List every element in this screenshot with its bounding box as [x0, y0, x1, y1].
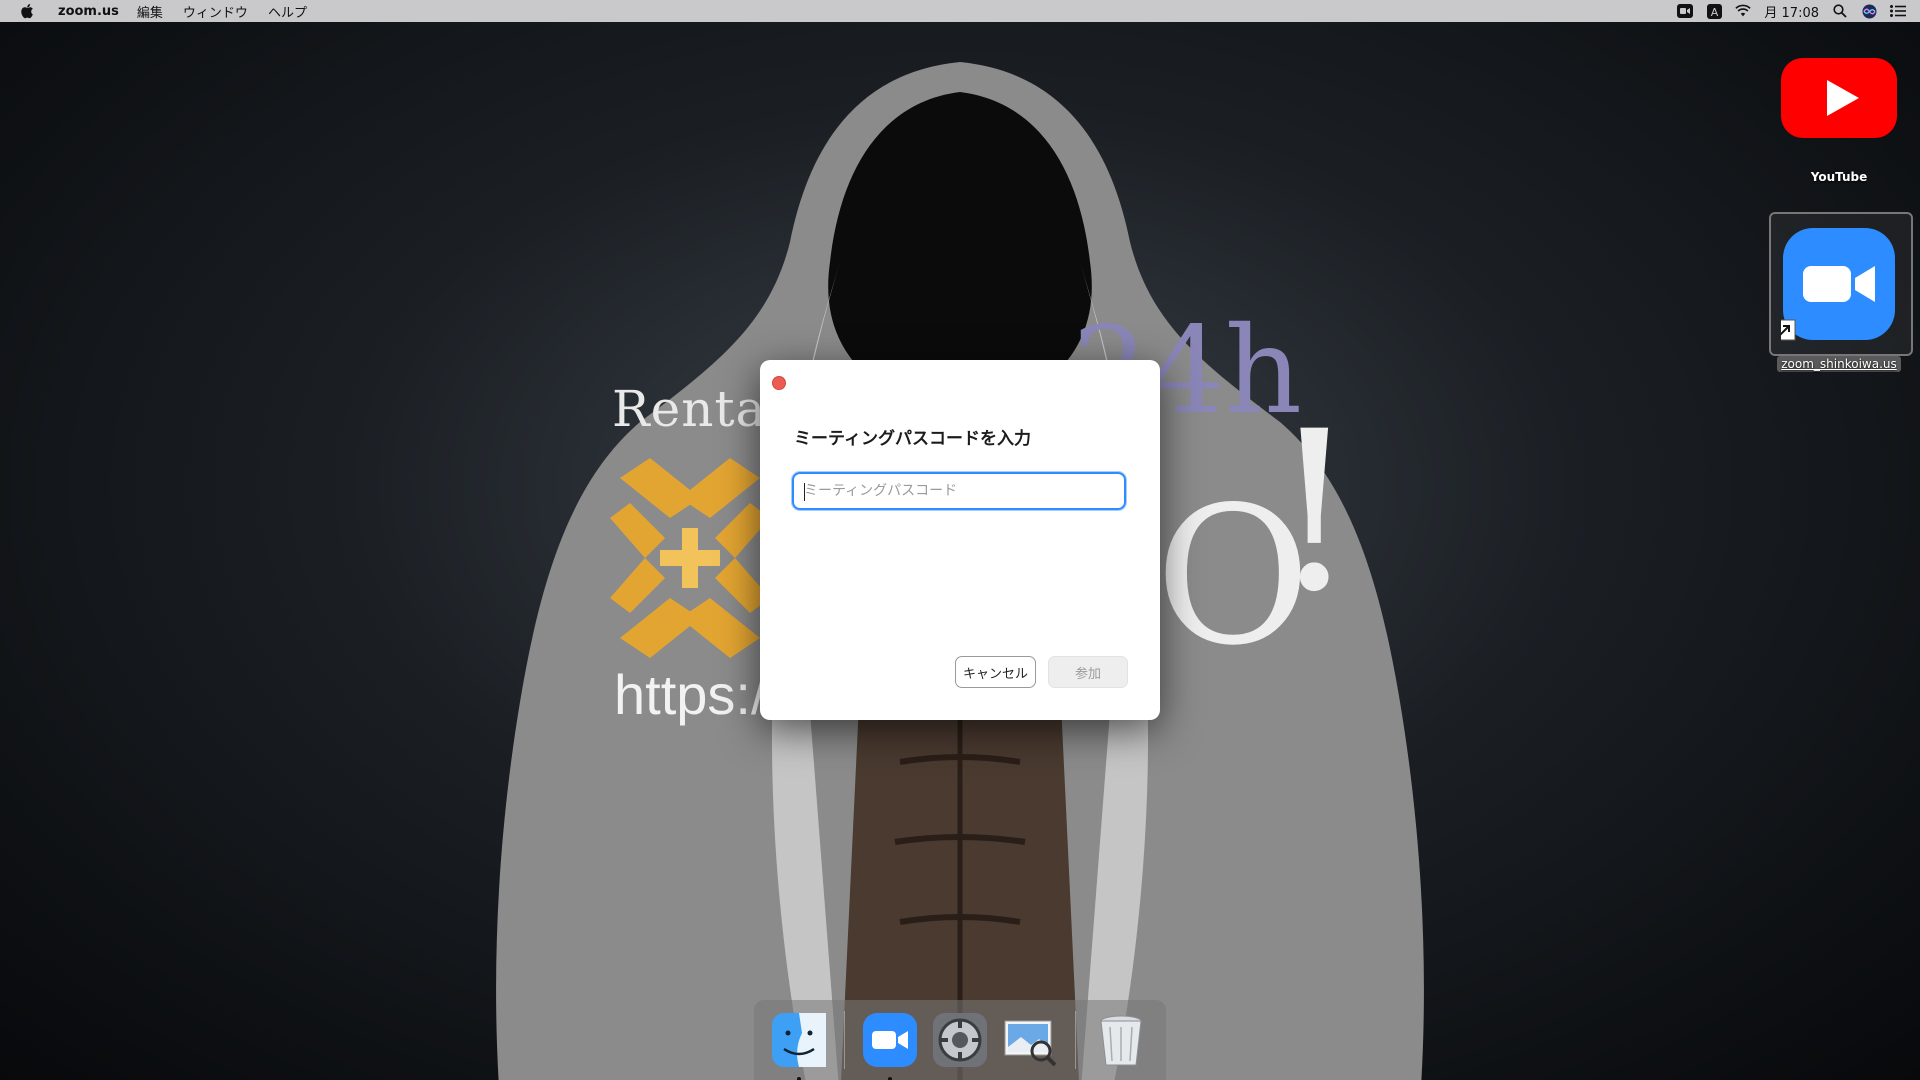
dock-separator: [1075, 1011, 1076, 1069]
cancel-button[interactable]: キャンセル: [955, 656, 1036, 688]
menu-help[interactable]: ヘルプ: [268, 2, 307, 21]
desktop-icon-zoom[interactable]: zoom_shinkoiwa.us: [1774, 226, 1904, 372]
meeting-passcode-dialog: ミーティングパスコードを入力 キャンセル 参加: [760, 360, 1160, 720]
svg-text:A: A: [1711, 6, 1719, 19]
dock-separator: [844, 1011, 845, 1069]
alias-arrow-icon: [1781, 319, 1796, 341]
zoom-icon: [1781, 228, 1895, 341]
youtube-icon: [1781, 58, 1897, 138]
dock-item-system-preferences[interactable]: [929, 1009, 991, 1071]
system-preferences-icon: [933, 1013, 987, 1067]
wifi-icon[interactable]: [1735, 3, 1752, 19]
desktop-icon-youtube[interactable]: YouTube: [1774, 56, 1904, 184]
menu-window[interactable]: ウィンドウ: [183, 2, 248, 21]
dock-item-finder[interactable]: [768, 1009, 830, 1080]
dock-item-preview[interactable]: [999, 1009, 1061, 1071]
menu-bar-clock[interactable]: 月 17:08: [1764, 2, 1819, 21]
dock-item-zoom[interactable]: [859, 1009, 921, 1080]
close-button[interactable]: [772, 376, 786, 390]
join-button[interactable]: 参加: [1048, 656, 1128, 688]
menu-bar-status-area: A 月 17:08: [1677, 0, 1906, 22]
input-source-icon[interactable]: A: [1706, 3, 1722, 19]
text-caret: [804, 483, 805, 501]
desktop-icon-label: zoom_shinkoiwa.us: [1777, 356, 1901, 372]
dock-item-trash[interactable]: [1090, 1009, 1152, 1071]
menu-app-zoom[interactable]: zoom.us: [58, 4, 119, 19]
spotlight-search-icon[interactable]: [1832, 3, 1848, 19]
menu-edit[interactable]: 編集: [137, 2, 163, 21]
wallpaper-text-url: https:/: [614, 663, 767, 726]
zoom-icon: [863, 1013, 917, 1067]
menu-bar: zoom.us 編集 ウィンドウ ヘルプ A 月 17:08: [0, 0, 1920, 22]
wallpaper-text-exclamation: !: [1270, 384, 1359, 640]
desktop: zoom.us 編集 ウィンドウ ヘルプ A 月 17:08 Rental ht…: [0, 0, 1920, 1080]
dock: [754, 1000, 1166, 1080]
zoom-status-icon[interactable]: [1677, 3, 1694, 19]
dialog-title: ミーティングパスコードを入力: [794, 429, 1031, 449]
notification-center-icon[interactable]: [1890, 3, 1906, 19]
passcode-input-wrapper: [792, 472, 1126, 510]
desktop-icon-label: YouTube: [1810, 170, 1868, 184]
wallpaper-logo-icon: [610, 458, 770, 658]
passcode-input[interactable]: [794, 474, 1124, 508]
wallpaper-text-rental: Rental: [612, 380, 784, 438]
apple-menu-icon[interactable]: [20, 3, 34, 19]
trash-icon: [1100, 1015, 1142, 1066]
preview-icon: [1004, 1020, 1057, 1067]
siri-icon[interactable]: [1861, 3, 1877, 19]
finder-icon: [772, 1013, 826, 1067]
